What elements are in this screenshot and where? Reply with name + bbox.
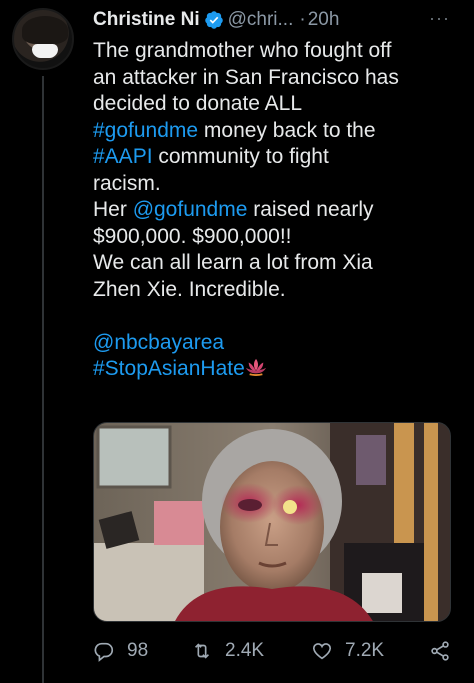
avatar[interactable] <box>12 8 74 70</box>
lotus-emoji-icon <box>245 358 266 376</box>
tweet-content: Christine Ni @chri... · 20h ··· The gran… <box>93 6 463 383</box>
hashtag-stopasianhate-link[interactable]: #StopAsianHate <box>93 357 245 380</box>
like-count: 7.2K <box>345 640 385 661</box>
text-line: The grandmother who fought off <box>93 39 392 62</box>
text-fragment: Her <box>93 198 133 221</box>
text-line: Her @gofundme raised nearly <box>93 197 463 224</box>
separator-dot: · <box>299 9 306 30</box>
text-line: an attacker in San Francisco has <box>93 65 399 89</box>
reply-count: 98 <box>127 640 149 661</box>
share-icon <box>431 641 449 661</box>
mention-nbcbayarea-link[interactable]: @nbcbayarea <box>93 331 224 354</box>
reply-icon <box>94 642 114 662</box>
author-name[interactable]: Christine Ni <box>93 9 200 31</box>
text-line: #StopAsianHate <box>93 356 463 383</box>
text-line: decided to donate ALL <box>93 92 303 115</box>
mention-gofundme-link[interactable]: @gofundme <box>133 198 248 221</box>
author-handle[interactable]: @chri... <box>228 9 294 31</box>
text-line: @nbcbayarea <box>93 330 463 357</box>
retweet-button[interactable]: 2.4K <box>191 640 264 662</box>
like-button[interactable]: 7.2K <box>311 640 384 662</box>
text-fragment: raised nearly <box>247 198 374 221</box>
tweet-text: The grandmother who fought off an attack… <box>93 38 463 383</box>
text-fragment: money back to the <box>198 118 376 142</box>
tweet-header: Christine Ni @chri... · 20h ··· <box>93 6 463 34</box>
action-bar: 98 2.4K 7.2K <box>93 636 458 666</box>
text-line: #AAPI community to fight <box>93 144 463 171</box>
hashtag-gofundme-link[interactable]: #gofundme <box>93 119 198 142</box>
text-line: $900,000. $900,000!! <box>93 224 292 248</box>
text-line: Zhen Xie. Incredible. <box>93 277 286 301</box>
verified-badge-icon <box>204 11 223 29</box>
tweet-photo[interactable] <box>93 422 451 622</box>
text-fragment: community to fight <box>152 145 329 168</box>
reply-button[interactable]: 98 <box>93 640 148 662</box>
thread-line <box>42 76 44 683</box>
timestamp[interactable]: 20h <box>308 9 340 31</box>
heart-icon <box>312 643 332 660</box>
avatar-mask <box>32 44 58 58</box>
retweet-count: 2.4K <box>225 640 265 661</box>
retweet-icon <box>194 643 210 659</box>
avatar-hair <box>22 16 68 44</box>
text-line: We can all learn a lot from Xia <box>93 251 373 274</box>
photo-image <box>94 423 450 621</box>
tweet[interactable]: Christine Ni @chri... · 20h ··· The gran… <box>0 0 474 683</box>
share-button[interactable] <box>429 640 451 662</box>
hashtag-aapi-link[interactable]: #AAPI <box>93 145 153 168</box>
avatar-column <box>12 8 76 70</box>
text-line: #gofundme money back to the <box>93 118 463 145</box>
text-line: racism. <box>93 171 161 195</box>
more-options-icon[interactable]: ··· <box>429 8 450 29</box>
